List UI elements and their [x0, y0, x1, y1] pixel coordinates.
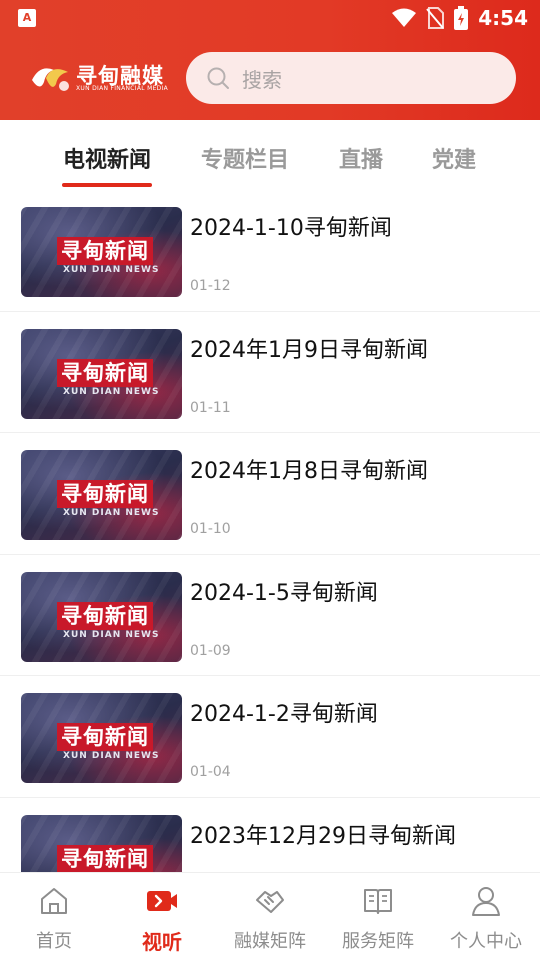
thumbnail-subtitle: XUN DIAN NEWS	[63, 508, 160, 518]
book-icon	[364, 889, 392, 914]
thumbnail-title: 寻甸新闻	[57, 237, 153, 265]
logo-mark-icon	[32, 68, 69, 91]
news-item[interactable]: 寻甸新闻 XUN DIAN NEWS 2024-1-10寻甸新闻 01-12	[0, 190, 540, 312]
bottom-nav: 首页 视听 融媒矩阵 服务矩阵 个人中心	[0, 872, 540, 960]
active-tab-indicator	[62, 183, 152, 187]
news-date: 01-04	[190, 764, 231, 780]
news-date: 01-11	[190, 399, 231, 416]
tab-live[interactable]: 直播	[339, 142, 383, 174]
video-icon	[147, 891, 177, 911]
home-icon	[41, 888, 67, 914]
nav-video-label: 视听	[142, 930, 182, 954]
thumbnail-title: 寻甸新闻	[57, 480, 153, 508]
news-thumbnail: 寻甸新闻 XUN DIAN NEWS	[21, 207, 182, 297]
search-bar[interactable]: 搜索	[186, 52, 516, 104]
thumbnail-subtitle: XUN DIAN NEWS	[63, 629, 160, 640]
wifi-icon	[392, 8, 417, 27]
news-date: 01-09	[190, 642, 231, 659]
logo-subtitle: XUN DIAN FINANCIAL MEDIA	[76, 85, 169, 92]
status-bar: A 4:54	[0, 0, 540, 36]
news-item[interactable]: 寻甸新闻 XUN DIAN NEWS 2024-1-2寻甸新闻 01-04	[0, 676, 540, 798]
news-item[interactable]: 寻甸新闻 XUN DIAN NEWS 2024年1月9日寻甸新闻 01-11	[0, 312, 540, 433]
tab-party-building[interactable]: 党建	[432, 142, 476, 174]
nav-profile[interactable]: 个人中心	[432, 873, 540, 960]
news-title: 2024-1-5寻甸新闻	[190, 580, 378, 606]
news-date: 01-10	[190, 521, 231, 537]
news-thumbnail: 寻甸新闻 XUN DIAN NEWS	[21, 571, 182, 662]
thumbnail-title: 寻甸新闻	[57, 844, 153, 873]
news-date: 01-12	[190, 278, 231, 294]
handshake-icon	[256, 891, 284, 913]
thumbnail-title: 寻甸新闻	[57, 601, 153, 630]
news-item[interactable]: 寻甸新闻 XUN DIAN NEWS 2024-1-5寻甸新闻 01-09	[0, 555, 540, 676]
thumbnail-subtitle: XUN DIAN NEWS	[63, 751, 160, 761]
thumbnail-subtitle: XUN DIAN NEWS	[63, 265, 160, 275]
news-title: 2024年1月8日寻甸新闻	[190, 459, 428, 484]
news-title: 2023年12月29日寻甸新闻	[190, 823, 456, 849]
user-icon	[472, 887, 500, 916]
nav-media-matrix[interactable]: 融媒矩阵	[216, 873, 324, 960]
thumbnail-title: 寻甸新闻	[57, 358, 153, 387]
nav-video[interactable]: 视听	[108, 873, 216, 960]
status-icons: 4:54	[392, 6, 528, 30]
app-notification-icon: A	[18, 9, 36, 27]
nav-media-matrix-label: 融媒矩阵	[234, 931, 306, 952]
news-thumbnail: 寻甸新闻 XUN DIAN NEWS	[21, 693, 182, 783]
news-item[interactable]: 寻甸新闻 XUN DIAN NEWS 2024年1月8日寻甸新闻 01-10	[0, 433, 540, 555]
no-sim-icon	[426, 7, 445, 29]
news-thumbnail: 寻甸新闻 XUN DIAN NEWS	[21, 450, 182, 540]
tab-special-columns[interactable]: 专题栏目	[201, 142, 289, 174]
news-list: 寻甸新闻 XUN DIAN NEWS 2024-1-10寻甸新闻 01-12 寻…	[0, 190, 540, 919]
news-title: 2024-1-10寻甸新闻	[190, 216, 392, 241]
battery-icon	[454, 6, 469, 30]
nav-service-matrix-label: 服务矩阵	[342, 931, 414, 952]
category-tabs: 电视新闻 专题栏目 直播 党建	[0, 120, 540, 190]
app-logo: 寻甸融媒 XUN DIAN FINANCIAL MEDIA	[28, 56, 168, 100]
thumbnail-title: 寻甸新闻	[57, 723, 153, 751]
tab-tv-news[interactable]: 电视新闻	[63, 142, 151, 174]
clock: 4:54	[478, 6, 528, 30]
search-icon	[207, 67, 229, 89]
nav-profile-label: 个人中心	[450, 931, 522, 952]
news-title: 2024-1-2寻甸新闻	[190, 702, 378, 727]
nav-home-label: 首页	[36, 931, 72, 952]
news-title: 2024年1月9日寻甸新闻	[190, 337, 428, 363]
thumbnail-subtitle: XUN DIAN NEWS	[63, 386, 160, 397]
search-placeholder: 搜索	[242, 67, 282, 92]
news-thumbnail: 寻甸新闻 XUN DIAN NEWS	[21, 328, 182, 419]
app-header: A 4:54 寻甸融媒 XUN DIAN FINANCIAL MEDIA 搜索	[0, 0, 540, 120]
nav-home[interactable]: 首页	[0, 873, 108, 960]
nav-service-matrix[interactable]: 服务矩阵	[324, 873, 432, 960]
